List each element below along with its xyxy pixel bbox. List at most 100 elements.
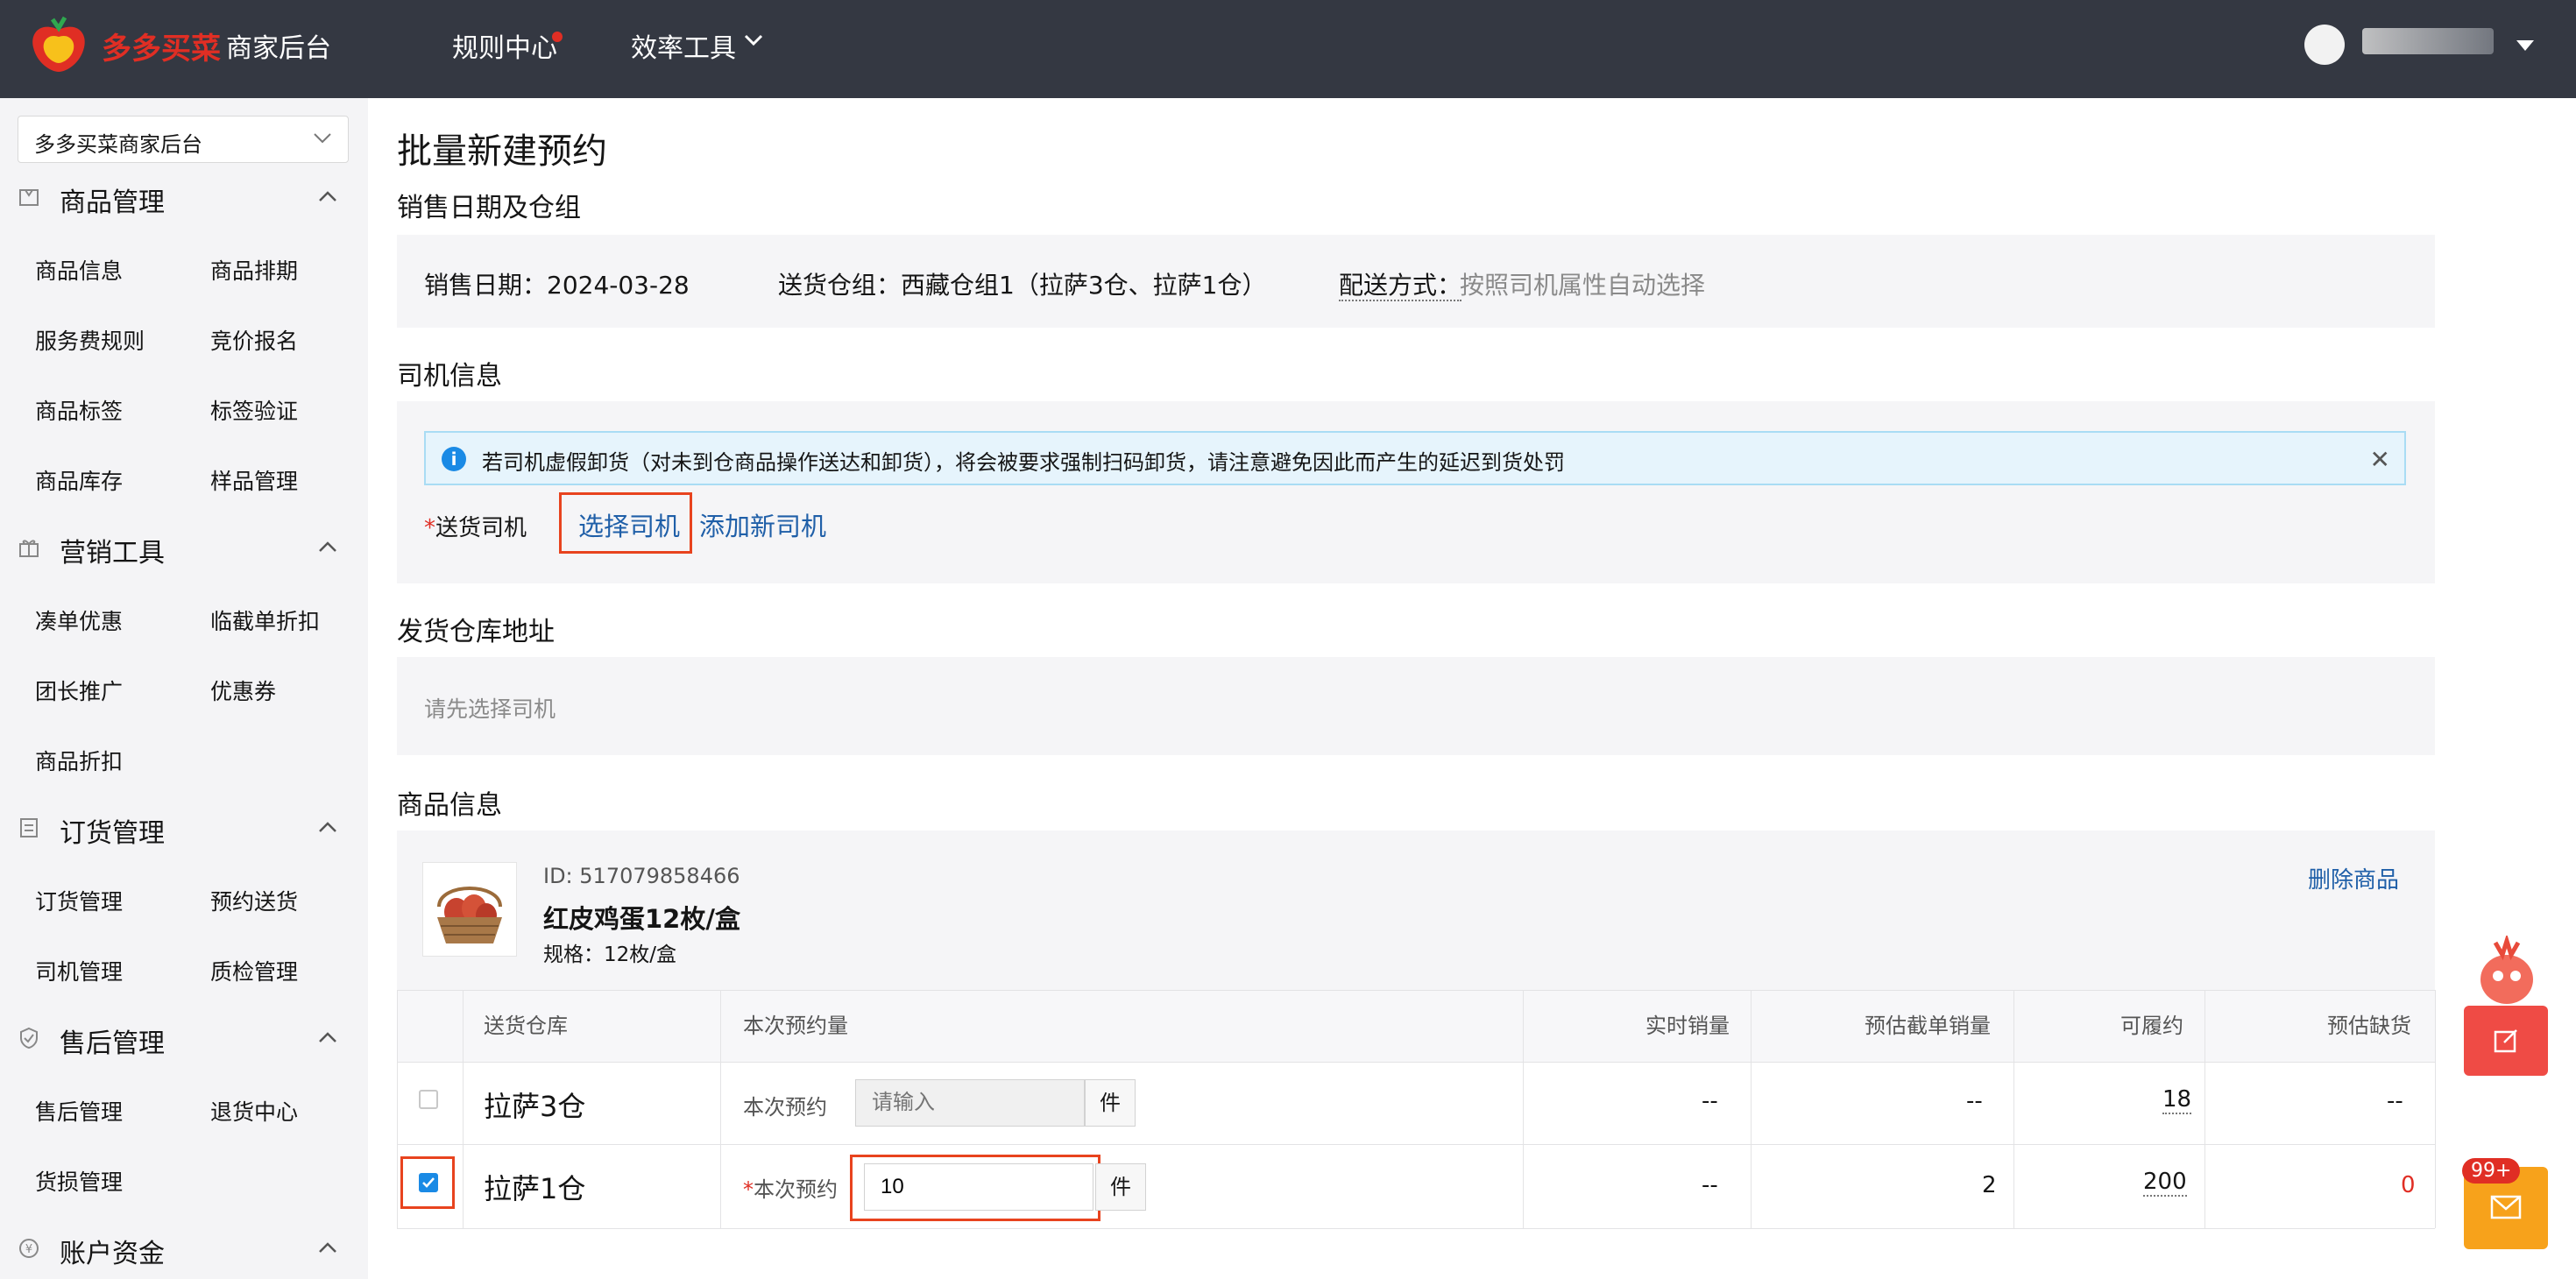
appointment-qty-input[interactable] bbox=[855, 1079, 1085, 1127]
feedback-button[interactable] bbox=[2464, 1006, 2548, 1076]
warehouse-address-panel bbox=[397, 657, 2435, 755]
driver-alert: i 若司机虚假卸货（对未到仓商品操作送达和卸货），将会被要求强制扫码卸货，请注意… bbox=[424, 431, 2406, 485]
product-section-title: 商品信息 bbox=[397, 790, 502, 821]
sidebar-section-title: 订货管理 bbox=[60, 818, 165, 849]
required-mark: * bbox=[743, 1177, 754, 1202]
avatar[interactable] bbox=[2304, 25, 2345, 65]
sidebar-item-product-info[interactable]: 商品信息 bbox=[35, 254, 123, 286]
chevron-up-icon bbox=[319, 191, 336, 201]
list-icon bbox=[20, 818, 38, 837]
driver-panel bbox=[397, 401, 2435, 583]
delivery-method-label-text: 配送方式： bbox=[1339, 271, 1462, 301]
row-divider bbox=[397, 1228, 2435, 1229]
header-realtime-sales: 实时销量 bbox=[1645, 1014, 1730, 1038]
chevron-up-icon bbox=[319, 822, 336, 832]
sidebar: 多多买菜商家后台 商品管理 商品信息 商品排期 服务费规则 竞价报名 商品标签 … bbox=[0, 98, 368, 1279]
col-divider bbox=[1523, 990, 1524, 1228]
driver-label-text: 送货司机 bbox=[435, 515, 527, 541]
sidebar-section-after-sales[interactable]: 售后管理 bbox=[0, 1013, 368, 1065]
sidebar-item-bundle-discount[interactable]: 凑单优惠 bbox=[35, 604, 123, 636]
sidebar-item-damage-management[interactable]: 货损管理 bbox=[35, 1165, 123, 1197]
logo-text: 多多买菜 bbox=[102, 32, 221, 67]
header-warehouse: 送货仓库 bbox=[484, 1014, 568, 1038]
delivery-method-label: 配送方式： bbox=[1339, 266, 1462, 301]
nav-efficiency-tools[interactable]: 效率工具 bbox=[631, 26, 736, 65]
row-divider bbox=[397, 1144, 2435, 1145]
shortage-value: -- bbox=[2387, 1088, 2403, 1114]
row-checkbox-lhasa-3[interactable] bbox=[419, 1090, 438, 1109]
driver-label: *送货司机 bbox=[424, 510, 527, 542]
sidebar-section-ordering[interactable]: 订货管理 bbox=[0, 802, 368, 855]
delivery-method-value: 按照司机属性自动选择 bbox=[1460, 271, 1706, 300]
sidebar-section-title: 账户资金 bbox=[60, 1239, 165, 1269]
row-checkbox-lhasa-1[interactable] bbox=[419, 1173, 438, 1192]
col-divider bbox=[397, 990, 398, 1228]
available-value: 200 bbox=[2143, 1169, 2187, 1197]
forecast-sales-value: 2 bbox=[1982, 1172, 1997, 1198]
chevron-down-icon bbox=[314, 133, 331, 144]
sidebar-item-driver-management[interactable]: 司机管理 bbox=[35, 955, 123, 986]
sidebar-item-product-discount[interactable]: 商品折扣 bbox=[35, 745, 123, 776]
caret-down-icon[interactable] bbox=[2516, 40, 2534, 51]
sales-date: 销售日期：2024-03-28 bbox=[424, 271, 690, 300]
sales-section-title: 销售日期及仓组 bbox=[397, 193, 581, 223]
user-name-blurred[interactable] bbox=[2362, 28, 2494, 54]
appointment-label: *本次预约 bbox=[743, 1172, 838, 1203]
appointment-label: 本次预约 bbox=[743, 1095, 827, 1120]
available-value: 18 bbox=[2162, 1086, 2192, 1114]
shield-icon bbox=[20, 1027, 38, 1049]
notification-dot bbox=[552, 32, 563, 42]
warehouse-address-title: 发货仓库地址 bbox=[397, 617, 555, 647]
sidebar-section-account-funds[interactable]: ¥ 账户资金 bbox=[0, 1223, 368, 1275]
message-count-badge: 99+ bbox=[2462, 1158, 2521, 1184]
warehouse-address-placeholder: 请先选择司机 bbox=[424, 696, 556, 722]
sidebar-item-samples[interactable]: 样品管理 bbox=[210, 464, 298, 496]
mascot-icon bbox=[2480, 936, 2533, 1004]
store-select-value: 多多买菜商家后台 bbox=[34, 132, 202, 157]
yen-icon: ¥ bbox=[19, 1239, 39, 1258]
info-icon: i bbox=[442, 447, 466, 471]
realtime-sales-value: -- bbox=[1702, 1172, 1718, 1198]
chevron-up-icon bbox=[319, 1032, 336, 1042]
product-spec: 规格：12枚/盒 bbox=[543, 943, 677, 966]
sidebar-item-appointment-delivery[interactable]: 预约送货 bbox=[210, 885, 298, 916]
sidebar-item-cutoff-discount[interactable]: 临截单折扣 bbox=[210, 604, 320, 636]
sidebar-item-product-tags[interactable]: 商品标签 bbox=[35, 394, 123, 426]
egg-basket-icon bbox=[437, 887, 502, 943]
appointment-qty-input[interactable] bbox=[864, 1163, 1093, 1211]
sidebar-item-returns-center[interactable]: 退货中心 bbox=[210, 1095, 298, 1127]
chevron-down-icon[interactable] bbox=[743, 33, 764, 47]
select-driver-link[interactable]: 选择司机 bbox=[578, 506, 680, 543]
forecast-sales-value: -- bbox=[1966, 1088, 1983, 1114]
chevron-up-icon bbox=[319, 541, 336, 552]
sidebar-item-leader-promo[interactable]: 团长推广 bbox=[35, 675, 123, 706]
page-title: 批量新建预约 bbox=[397, 131, 607, 172]
delete-product-link[interactable]: 删除商品 bbox=[2308, 862, 2399, 894]
sidebar-section-marketing[interactable]: 营销工具 bbox=[0, 522, 368, 575]
sidebar-item-product-schedule[interactable]: 商品排期 bbox=[210, 254, 298, 286]
store-select[interactable]: 多多买菜商家后台 bbox=[18, 116, 349, 163]
unit-addon: 件 bbox=[1085, 1079, 1136, 1127]
sidebar-item-tag-verify[interactable]: 标签验证 bbox=[210, 394, 298, 426]
col-divider bbox=[463, 990, 464, 1228]
add-driver-link[interactable]: 添加新司机 bbox=[699, 506, 826, 543]
sidebar-item-coupons[interactable]: 优惠券 bbox=[210, 675, 276, 706]
warehouse-name: 拉萨3仓 bbox=[484, 1090, 586, 1123]
sidebar-item-service-fee[interactable]: 服务费规则 bbox=[35, 324, 145, 356]
mail-icon bbox=[2490, 1195, 2522, 1219]
col-divider bbox=[1751, 990, 1752, 1228]
svg-text:¥: ¥ bbox=[25, 1243, 32, 1256]
row-divider bbox=[397, 1062, 2435, 1063]
sidebar-item-bidding[interactable]: 竞价报名 bbox=[210, 324, 298, 356]
sidebar-item-inventory[interactable]: 商品库存 bbox=[35, 464, 123, 496]
sidebar-item-order-management[interactable]: 订货管理 bbox=[35, 885, 123, 916]
header-available: 可履约 bbox=[2120, 1014, 2183, 1038]
sidebar-item-after-sales[interactable]: 售后管理 bbox=[35, 1095, 123, 1127]
realtime-sales-value: -- bbox=[1702, 1088, 1718, 1114]
nav-rules-center[interactable]: 规则中心 bbox=[452, 26, 557, 65]
close-icon[interactable]: ✕ bbox=[2370, 445, 2390, 474]
unit-addon: 件 bbox=[1095, 1163, 1146, 1211]
warehouse-name: 拉萨1仓 bbox=[484, 1172, 586, 1205]
sidebar-section-product[interactable]: 商品管理 bbox=[0, 172, 368, 224]
sidebar-item-quality-check[interactable]: 质检管理 bbox=[210, 955, 298, 986]
